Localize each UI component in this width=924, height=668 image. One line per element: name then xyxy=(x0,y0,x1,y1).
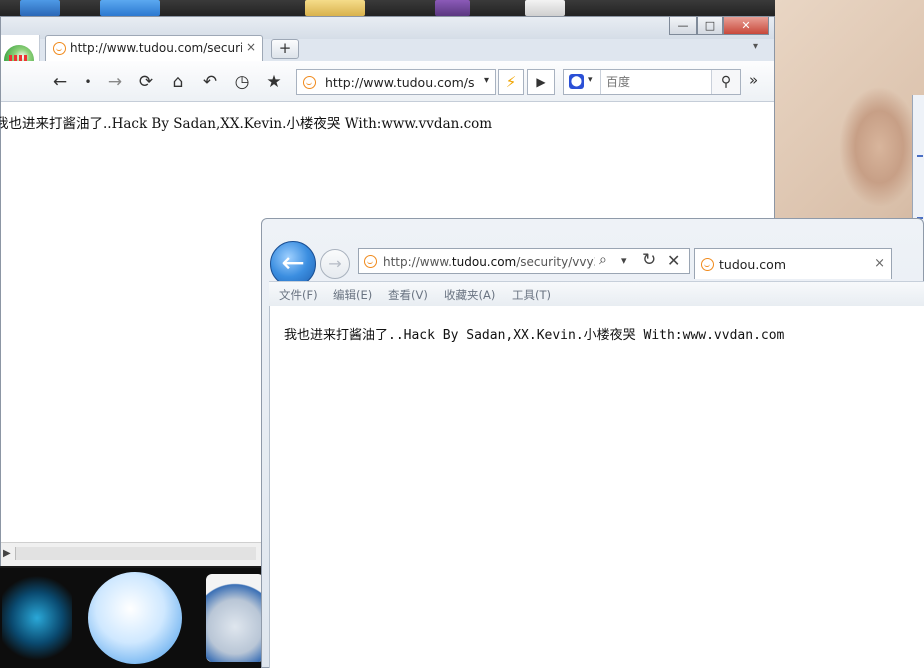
back-tab-tudou[interactable]: http://www.tudou.com/securi × xyxy=(45,35,263,61)
address-url-text: http://www.tudou.com/s xyxy=(325,75,475,90)
tudou-favicon-icon xyxy=(364,255,377,268)
forward-button[interactable]: → xyxy=(320,249,350,279)
menu-view[interactable]: 查看(V) xyxy=(388,287,428,303)
url-prefix: http://www. xyxy=(383,255,452,269)
search-input[interactable] xyxy=(604,73,708,91)
search-icon[interactable]: ⌕ xyxy=(599,252,607,268)
url-domain: tudou.com xyxy=(451,255,517,269)
page-text: 我也进来打酱油了..Hack By Sadan,XX.Kevin.小楼夜哭 Wi… xyxy=(284,328,785,343)
search-engine-selector[interactable]: ⬤ ▾ xyxy=(564,70,601,94)
lightning-icon[interactable]: ⚡ xyxy=(498,69,524,95)
url-path: /security/vvy3c xyxy=(516,255,595,269)
front-tab-tudou[interactable]: tudou.com × xyxy=(694,248,892,279)
go-play-icon[interactable]: ▶ xyxy=(527,69,555,95)
address-url-text: http://www.tudou.com/security/vvy3c xyxy=(383,255,595,269)
tab-close-icon[interactable]: × xyxy=(874,256,885,271)
lightning-app-icon[interactable] xyxy=(88,572,182,664)
menu-file[interactable]: 文件(F) xyxy=(279,287,318,303)
scroll-track[interactable] xyxy=(15,547,256,560)
dock-bar xyxy=(0,568,264,668)
minimize-button[interactable]: — xyxy=(669,17,697,35)
hummingbird-app-icon[interactable] xyxy=(2,574,72,662)
desktop-icon-archive[interactable] xyxy=(435,0,470,16)
menu-tools[interactable]: 工具(T) xyxy=(512,287,551,303)
more-chevron-icon[interactable]: » xyxy=(749,71,758,89)
refresh-icon[interactable]: ↻ xyxy=(642,250,656,270)
back-search-box: ⬤ ▾ ⚲ xyxy=(563,69,741,95)
search-icon[interactable]: ⚲ xyxy=(711,70,740,94)
menu-favorites[interactable]: 收藏夹(A) xyxy=(444,287,495,303)
favorite-star-icon[interactable]: ★ xyxy=(263,71,285,93)
address-dropdown-icon[interactable]: ▾ xyxy=(621,254,627,267)
tudou-favicon-icon xyxy=(53,42,66,55)
stop-icon[interactable]: ✕ xyxy=(667,251,680,270)
desktop-icon-blue[interactable] xyxy=(20,0,60,16)
front-address-bar[interactable]: http://www.tudou.com/security/vvy3c ⌕ ▾ … xyxy=(358,248,690,274)
menu-edit[interactable]: 编辑(E) xyxy=(333,287,372,303)
tab-label: http://www.tudou.com/securi xyxy=(70,41,242,55)
main-menu-arrow-icon[interactable]: ▾ xyxy=(753,41,758,52)
home-icon[interactable]: ⌂ xyxy=(167,71,189,93)
front-browser-window: ← → http://www.tudou.com/security/vvy3c … xyxy=(261,218,924,668)
refresh-icon[interactable]: ⟳ xyxy=(135,71,157,93)
back-address-bar[interactable]: http://www.tudou.com/s ▾ xyxy=(296,69,496,95)
maximize-button[interactable]: □ xyxy=(697,17,723,35)
dot-separator-icon: • xyxy=(84,75,92,89)
forward-arrow-icon[interactable]: → xyxy=(104,71,126,93)
desktop-icon-check[interactable] xyxy=(100,0,160,16)
tab-close-icon[interactable]: × xyxy=(246,40,256,54)
tudou-favicon-icon xyxy=(303,76,316,89)
front-page-content: 我也进来打酱油了..Hack By Sadan,XX.Kevin.小楼夜哭 Wi… xyxy=(269,306,924,668)
back-toolbar: ← • → ⟳ ⌂ ↶ ◷ ★ http://www.tudou.com/s ▾… xyxy=(1,61,774,102)
back-arrow-icon[interactable]: ← xyxy=(49,71,71,93)
desktop-icon-folder[interactable] xyxy=(305,0,365,16)
side-panel-mark xyxy=(917,155,923,157)
scroll-arrow-icon[interactable]: ▶ xyxy=(3,548,11,559)
new-tab-button[interactable]: + xyxy=(271,39,299,59)
menu-bar: 文件(F) 编辑(E) 查看(V) 收藏夹(A) 工具(T) xyxy=(269,281,924,307)
undo-close-icon[interactable]: ↶ xyxy=(199,71,221,93)
baidu-paw-icon: ⬤ xyxy=(569,74,584,89)
tudou-favicon-icon xyxy=(701,258,714,271)
tab-label: tudou.com xyxy=(719,257,786,272)
page-text: 我也进来打酱油了..Hack By Sadan,XX.Kevin.小楼夜哭 Wi… xyxy=(0,116,493,132)
history-clock-icon[interactable]: ◷ xyxy=(231,71,253,93)
music-app-icon[interactable] xyxy=(206,574,264,662)
desktop-icon-file[interactable] xyxy=(525,0,565,16)
close-window-button[interactable]: ✕ xyxy=(723,17,769,35)
address-dropdown-icon[interactable]: ▾ xyxy=(484,75,489,86)
engine-dropdown-icon: ▾ xyxy=(588,75,593,85)
